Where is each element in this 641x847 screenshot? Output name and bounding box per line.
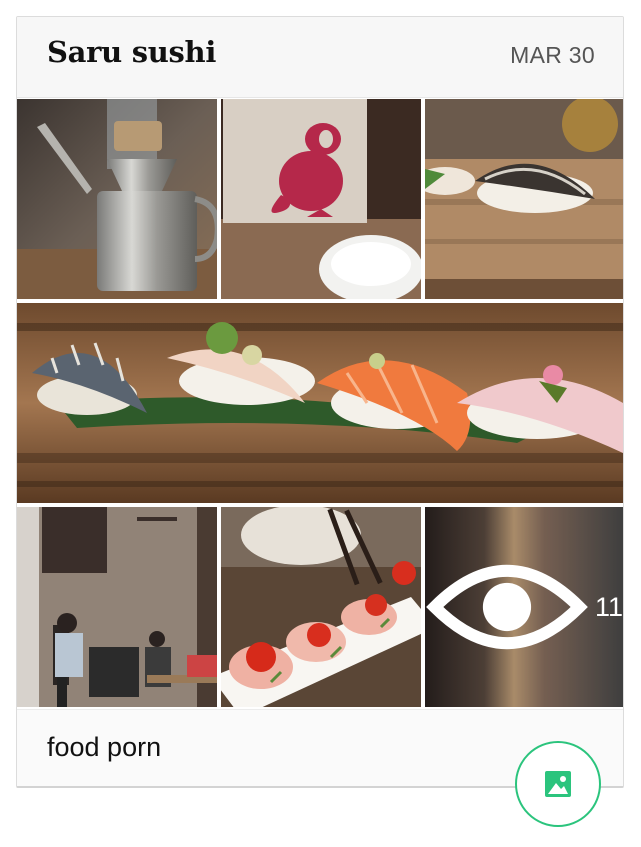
card-header: Saru sushi MAR 30	[17, 17, 623, 98]
post-date: MAR 30	[510, 42, 595, 68]
monkey-card-photo[interactable]	[221, 99, 421, 299]
post-card: Saru sushi MAR 30 11 food porn	[16, 16, 624, 788]
sauce-pitcher-photo[interactable]	[17, 99, 217, 299]
more-photos-overlay: 11	[425, 507, 623, 707]
nigiri-plate-photo[interactable]	[425, 99, 623, 299]
eye-icon	[426, 564, 588, 650]
more-photos-photo[interactable]: 11	[425, 507, 623, 707]
post-caption: food porn	[47, 732, 162, 762]
restaurant-interior-photo[interactable]	[17, 507, 217, 707]
nigiri-row-photo[interactable]	[17, 303, 623, 503]
post-title: Saru sushi	[47, 35, 217, 69]
more-photos-count: 11	[594, 591, 623, 622]
image-icon	[545, 771, 571, 797]
add-photo-button[interactable]	[515, 741, 601, 827]
sashimi-plate-photo[interactable]	[221, 507, 421, 707]
